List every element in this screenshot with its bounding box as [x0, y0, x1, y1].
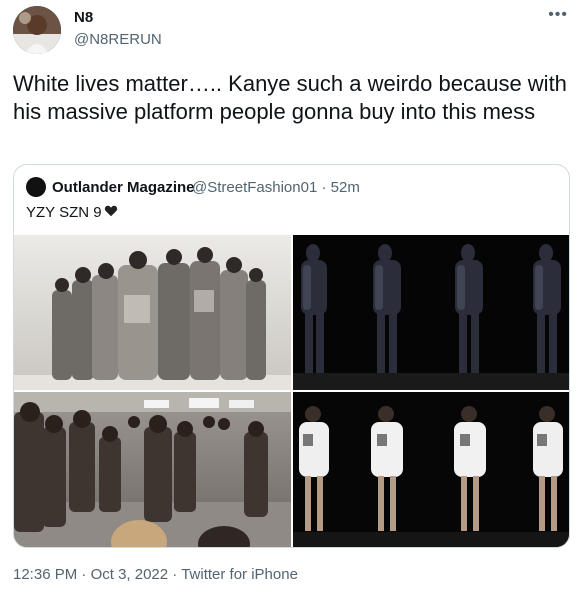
media-image-4[interactable]	[293, 392, 569, 547]
quote-meta: @StreetFashion01 · 52m	[192, 179, 360, 196]
media-image-3[interactable]	[14, 392, 291, 547]
footer-separator-2: ·	[172, 566, 178, 583]
tweet-time[interactable]: 12:36 PM	[13, 566, 77, 583]
quote-display-name: Outlander Magazine	[52, 179, 195, 196]
profile-photo-icon	[13, 6, 61, 54]
black-heart-icon	[104, 205, 117, 217]
author-handle[interactable]: @N8RERUN	[74, 31, 162, 48]
tweet-source[interactable]: Twitter for iPhone	[181, 566, 298, 583]
quoted-tweet[interactable]: Outlander Magazine @StreetFashion01 · 52…	[13, 164, 570, 548]
quote-handle: @StreetFashion01	[192, 179, 318, 196]
ellipsis-icon[interactable]: •••	[548, 6, 568, 24]
quote-text: YZY SZN 9	[26, 204, 118, 221]
media-image-1[interactable]	[14, 235, 291, 390]
tweet-footer: 12:36 PM · Oct 3, 2022 · Twitter for iPh…	[13, 566, 298, 583]
author-display-name[interactable]: N8	[74, 9, 93, 26]
tweet-date[interactable]: Oct 3, 2022	[91, 566, 169, 583]
tweet-text: White lives matter….. Kanye such a weird…	[13, 71, 567, 124]
media-image-2[interactable]	[293, 235, 569, 390]
author-avatar[interactable]	[13, 6, 61, 54]
footer-separator-1: ·	[81, 566, 87, 583]
quote-author-avatar[interactable]	[26, 177, 46, 197]
quote-time: 52m	[330, 179, 360, 196]
quote-text-content: YZY SZN 9	[26, 204, 102, 221]
quote-separator: ·	[321, 179, 327, 196]
media-grid	[14, 235, 569, 547]
